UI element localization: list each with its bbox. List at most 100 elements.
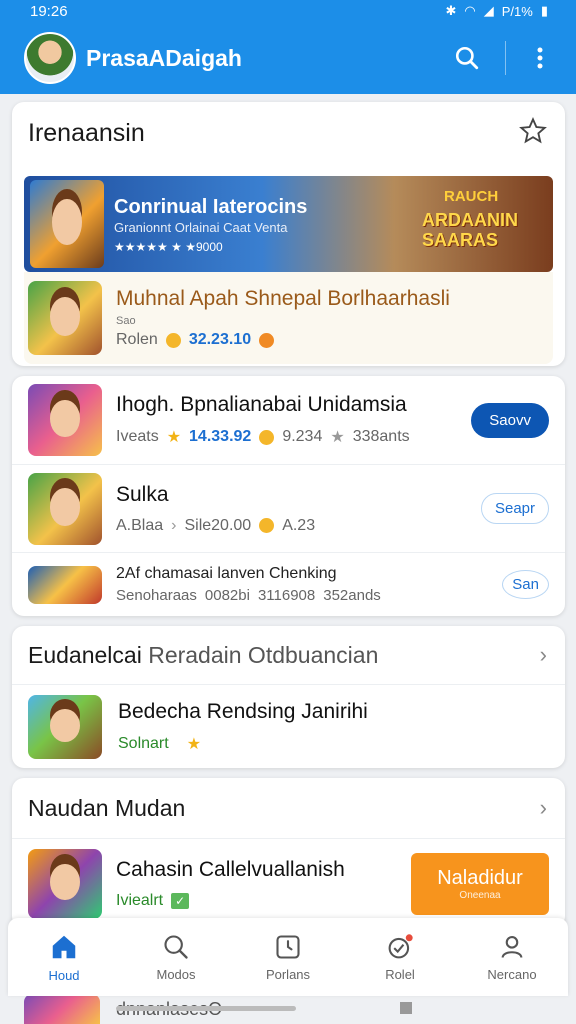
- nav-label: Houd: [48, 967, 80, 983]
- list-item-info: Sulka A.Blaa › Sile20.00 A.23: [116, 483, 481, 535]
- list-item[interactable]: Ihogh. Bpnalianabai Unidamsia Iveats ★ 1…: [12, 376, 565, 464]
- search-icon: [164, 934, 188, 959]
- list-item-info: Ihogh. Bpnalianabai Unidamsia Iveats ★ 1…: [116, 393, 471, 447]
- nav-label: Porlans: [265, 966, 311, 982]
- list-item-name: Sulka: [116, 482, 169, 506]
- list-item-rating: Sile20.00: [184, 516, 252, 534]
- list-item-meta: A.Blaa › Sile20.00 A.23: [116, 517, 481, 535]
- featured-game-sub: Sao: [116, 315, 136, 327]
- list-item-button[interactable]: Saovv: [471, 402, 549, 438]
- square-icon: [400, 1002, 412, 1014]
- clock-icon: [276, 934, 300, 959]
- profile-icon: [501, 935, 523, 958]
- coin-icon: [165, 332, 181, 348]
- section-three-item-label: Iviealrt: [116, 891, 164, 909]
- nav-item-home[interactable]: Houd: [8, 918, 120, 996]
- banner-subline: Granionnt Orlainai Caat Venta: [114, 220, 288, 235]
- nav-item-clock[interactable]: Porlans: [232, 918, 344, 996]
- featured-game-thumb: [28, 281, 102, 355]
- section-two-header[interactable]: Eudanelcai Reradain Otdbuancian ›: [12, 626, 565, 684]
- list-item-extra: 3116908: [257, 587, 316, 604]
- section-two-info: Bedecha Rendsing Janirihi Solnart ★: [118, 700, 368, 754]
- coin-icon: [259, 518, 275, 533]
- list-item-rating: 0082bi: [204, 587, 250, 604]
- bottom-nav: Houd Modos Porlans Rolel Nercano: [8, 918, 568, 996]
- nav-item-profile[interactable]: Nercano: [456, 918, 568, 996]
- list-item-thumb: [28, 384, 102, 456]
- list-item-thumb: [28, 472, 102, 545]
- list-item-rating: 14.33.92: [189, 428, 252, 445]
- featured-title: Irenaansin: [28, 118, 145, 147]
- section-three-card: Naudan Mudan › Cahasin Callelvuallanish …: [12, 778, 565, 928]
- chevron-right-icon[interactable]: ›: [540, 642, 547, 668]
- list-item-extra: 9.234: [282, 428, 323, 445]
- coin-icon: [259, 332, 275, 348]
- list-item[interactable]: 2Af chamasai lanven Chenking Senoharaas …: [12, 552, 565, 616]
- section-three-header[interactable]: Naudan Mudan ›: [12, 778, 565, 838]
- section-three-item-name: Cahasin Callelvuallanish: [116, 857, 345, 881]
- featured-rating: 32.23.10: [188, 331, 252, 348]
- list-item-button[interactable]: Seapr: [480, 493, 549, 524]
- section-two-item-label: Solnart: [118, 734, 169, 752]
- featured-meta-label: Rolen: [116, 331, 158, 348]
- more-vertical-icon: [537, 47, 543, 69]
- banner-rating: ★★★★★ ★ ★9000: [114, 240, 223, 254]
- status-bar: 19:26 ✱ ◠ ◢ P/1% ▮: [0, 0, 576, 22]
- app-bar: PrasaADaigah: [0, 22, 576, 94]
- list-item-name: 2Af chamasai lanven Chenking: [116, 565, 337, 582]
- section-three-item[interactable]: Cahasin Callelvuallanish Iviealrt ✓ Nala…: [12, 838, 565, 928]
- star-gray-icon: ★: [330, 429, 345, 446]
- section-three-item-meta: Iviealrt ✓: [116, 892, 411, 910]
- favorite-star-button[interactable]: [519, 116, 547, 150]
- section-two-card: Eudanelcai Reradain Otdbuancian › Bedech…: [12, 626, 565, 768]
- section-two-item-name: Bedecha Rendsing Janirihi: [118, 699, 368, 723]
- battery-text: P/1%: [501, 3, 533, 19]
- notification-icon: [388, 933, 413, 958]
- section-three-thumb: [28, 848, 102, 919]
- status-time: 19:26: [30, 2, 68, 20]
- section-three-button-sub: Oneenaa: [459, 889, 501, 901]
- list-item-name: Ihogh. Bpnalianabai Unidamsia: [116, 393, 407, 416]
- featured-banner[interactable]: Conrinual Iaterocins Granionnt Orlainai …: [24, 176, 553, 272]
- featured-game-row[interactable]: Muhnal Apah Shnepal Borlhaarhasli Sao Ro…: [24, 272, 553, 364]
- peek-thumb: [24, 994, 100, 1024]
- banner-logo-top: RAUCH: [444, 188, 499, 205]
- section-two-item-meta: Solnart ★: [118, 734, 368, 754]
- nav-label: Rolel: [385, 966, 415, 982]
- check-icon: ✓: [171, 892, 190, 909]
- signal-icon: ◢: [483, 3, 494, 18]
- avatar[interactable]: [24, 32, 76, 84]
- section-two-title-bold: Eudanelcai: [28, 641, 142, 668]
- section-three-title: Naudan Mudan: [28, 794, 186, 821]
- nav-label: Modos: [156, 966, 196, 982]
- list-item[interactable]: Sulka A.Blaa › Sile20.00 A.23 Seapr: [12, 464, 565, 552]
- section-two-item[interactable]: Bedecha Rendsing Janirihi Solnart ★: [12, 684, 565, 768]
- section-two-thumb: [28, 694, 102, 759]
- nav-label: Nercano: [487, 966, 537, 982]
- list-item-extra2: 338ants: [352, 428, 410, 445]
- coin-icon: [259, 429, 275, 445]
- featured-card: Irenaansin Conrinual Iaterocins Granionn…: [12, 102, 565, 366]
- featured-game-info: Muhnal Apah Shnepal Borlhaarhasli Sao Ro…: [116, 287, 450, 349]
- featured-game-name: Muhnal Apah Shnepal Borlhaarhasli: [116, 287, 450, 310]
- list-item-thumb: [28, 565, 102, 604]
- scroll-handle[interactable]: [116, 1006, 296, 1011]
- featured-game-meta: Rolen 32.23.10: [116, 331, 450, 349]
- section-three-button[interactable]: Naladidur Oneenaa: [411, 852, 549, 915]
- list-item-button[interactable]: San: [502, 570, 549, 599]
- section-two-title: Eudanelcai Reradain Otdbuancian: [28, 642, 378, 669]
- section-three-info: Cahasin Callelvuallanish Iviealrt ✓: [116, 858, 411, 910]
- nav-item-search[interactable]: Modos: [120, 918, 232, 996]
- chevron-right-icon[interactable]: ›: [540, 795, 547, 821]
- section-three-button-label: Naladidur: [437, 866, 523, 889]
- list-item-label: A.Blaa: [116, 516, 164, 534]
- nav-item-notifications[interactable]: Rolel: [344, 918, 456, 996]
- more-button[interactable]: [520, 38, 560, 78]
- star-icon: ★: [186, 735, 202, 753]
- game-list-card: Ihogh. Bpnalianabai Unidamsia Iveats ★ 1…: [12, 376, 565, 616]
- app-bar-divider: [505, 41, 506, 75]
- list-item-label: Iveats: [116, 428, 159, 445]
- home-icon: [52, 935, 76, 958]
- search-button[interactable]: [447, 38, 487, 78]
- peek-row[interactable]: dnnanlasesO: [24, 994, 564, 1024]
